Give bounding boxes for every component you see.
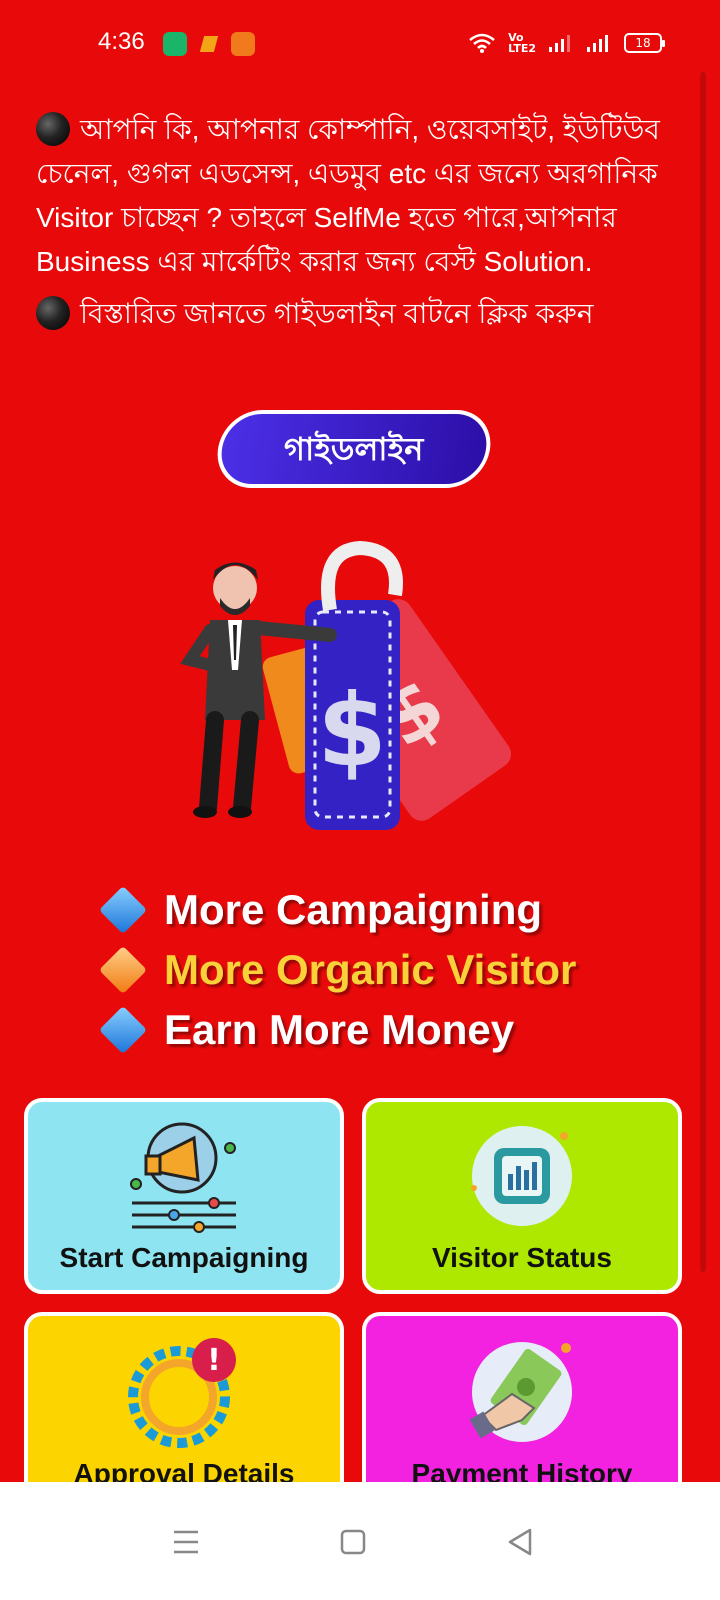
- feature-item: More Campaigning: [98, 880, 658, 940]
- app-orange-icon: [231, 32, 255, 56]
- feature-text: Earn More Money: [164, 1006, 515, 1053]
- intro-paragraph-2: বিস্তারিত জানতে গাইডলাইন বাটনে ক্লিক করু…: [36, 292, 696, 336]
- status-time: 4:36: [98, 28, 145, 55]
- svg-text:$: $: [317, 672, 387, 789]
- orange-diamond-icon: [98, 945, 148, 995]
- intro-paragraph-1-text: আপনি কি, আপনার কোম্পানি, ওয়েবসাইট, ইউটি…: [36, 114, 660, 277]
- guideline-button[interactable]: গাইডলাইন: [212, 410, 496, 488]
- intro-text: আপনি কি, আপনার কোম্পানি, ওয়েবসাইট, ইউটি…: [36, 108, 696, 344]
- app-icon: [197, 32, 221, 56]
- feature-item: Earn More Money: [98, 1000, 658, 1060]
- status-bar: 4:36 Vo LTE2 18: [0, 0, 720, 90]
- home-icon[interactable]: [332, 1522, 372, 1562]
- notification-icons: [163, 32, 255, 56]
- svg-text:!: !: [207, 1343, 221, 1378]
- feature-text: More Organic Visitor: [164, 946, 577, 993]
- businessman-price-tag-illustration: $ $: [180, 540, 512, 830]
- blue-diamond-icon: [98, 1005, 148, 1055]
- signal-icon-1: [549, 35, 570, 52]
- feature-list: More Campaigning More Organic Visitor Ea…: [98, 880, 658, 1060]
- feature-text: More Campaigning: [164, 886, 543, 933]
- feature-item: More Organic Visitor: [98, 940, 658, 1000]
- bar-chart-icon: [471, 1126, 572, 1226]
- gear-alert-icon: !: [128, 1338, 236, 1448]
- battery-icon: 18: [624, 33, 665, 53]
- scrollbar[interactable]: [700, 72, 706, 1272]
- blue-diamond-icon: [98, 885, 148, 935]
- battery-saver-icon: [163, 32, 187, 56]
- system-icons: Vo LTE2 18: [468, 31, 665, 55]
- wifi-icon: [469, 33, 495, 53]
- back-icon[interactable]: [500, 1522, 540, 1562]
- visitor-status-card[interactable]: Visitor Status: [362, 1098, 682, 1294]
- money-hand-icon: [469, 1342, 572, 1442]
- start-campaigning-card[interactable]: Start Campaigning: [24, 1098, 344, 1294]
- recents-menu-icon[interactable]: [168, 1522, 208, 1562]
- black-bullet-icon: [36, 112, 70, 146]
- visitor-status-label: Visitor Status: [432, 1242, 612, 1273]
- signal-icon-2: [587, 35, 608, 52]
- volte-icon: Vo LTE2: [508, 31, 536, 55]
- system-nav-bar: [0, 1482, 720, 1600]
- intro-paragraph-1: আপনি কি, আপনার কোম্পানি, ওয়েবসাইট, ইউটি…: [36, 108, 696, 284]
- black-bullet-icon: [36, 296, 70, 330]
- megaphone-icon: [130, 1122, 236, 1233]
- start-campaigning-label: Start Campaigning: [59, 1242, 309, 1273]
- guideline-button-label: গাইডলাইন: [284, 430, 424, 468]
- intro-paragraph-2-text: বিস্তারিত জানতে গাইডলাইন বাটনে ক্লিক করু…: [80, 298, 594, 329]
